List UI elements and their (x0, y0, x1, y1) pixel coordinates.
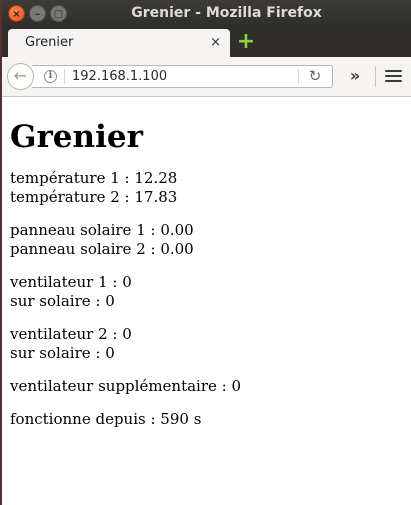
tab-strip: Grenier × + (2, 27, 411, 57)
fan-1-solar-text: sur solaire : 0 (10, 292, 115, 310)
fan-2-group: ventilateur 2 : 0 sur solaire : 0 (10, 325, 411, 363)
fan-2-text: ventilateur 2 : 0 (10, 325, 132, 343)
temperature-1-text: température 1 : 12.28 (10, 169, 178, 187)
temperature-2-text: température 2 : 17.83 (10, 188, 178, 206)
fan-1-text: ventilateur 1 : 0 (10, 273, 132, 291)
url-bar[interactable]: i ↻ (32, 65, 333, 88)
fan-1-group: ventilateur 1 : 0 sur solaire : 0 (10, 273, 411, 311)
overflow-chevron-icon[interactable]: » (344, 65, 366, 88)
temperature-group: température 1 : 12.28 température 2 : 17… (10, 169, 411, 207)
fan-2-solar-text: sur solaire : 0 (10, 344, 115, 362)
solar-panel-2-text: panneau solaire 2 : 0.00 (10, 240, 194, 258)
solar-panel-group: panneau solaire 1 : 0.00 panneau solaire… (10, 221, 411, 259)
menu-bar-line (385, 75, 402, 77)
hamburger-menu-icon[interactable] (385, 69, 402, 84)
title-bar: × – □ Grenier - Mozilla Firefox (2, 0, 411, 27)
url-input[interactable] (72, 66, 292, 87)
navigation-bar: i ↻ ← » (2, 57, 411, 97)
reload-icon[interactable]: ↻ (304, 66, 326, 87)
reload-divider (298, 69, 299, 84)
menu-bar-line (385, 80, 402, 82)
tab-close-icon[interactable]: × (210, 29, 221, 57)
uptime-text: fonctionne depuis : 590 s (10, 410, 202, 428)
browser-window: × – □ Grenier - Mozilla Firefox Grenier … (0, 0, 411, 505)
uptime-group: fonctionne depuis : 590 s (10, 410, 411, 429)
url-divider (64, 69, 65, 84)
new-tab-plus-icon[interactable]: + (236, 31, 256, 53)
tab-title: Grenier (25, 35, 74, 50)
page-content: Grenier température 1 : 12.28 températur… (2, 97, 411, 505)
back-arrow-icon[interactable]: ← (7, 63, 34, 90)
tab-grenier[interactable]: Grenier × (8, 29, 230, 57)
extra-fan-group: ventilateur supplémentaire : 0 (10, 377, 411, 396)
solar-panel-1-text: panneau solaire 1 : 0.00 (10, 221, 194, 239)
window-title: Grenier - Mozilla Firefox (131, 5, 322, 21)
menu-bar-line (385, 70, 402, 72)
page-heading: Grenier (10, 119, 143, 155)
info-icon[interactable]: i (44, 70, 57, 83)
toolbar-divider (375, 66, 376, 87)
extra-fan-text: ventilateur supplémentaire : 0 (10, 377, 242, 395)
